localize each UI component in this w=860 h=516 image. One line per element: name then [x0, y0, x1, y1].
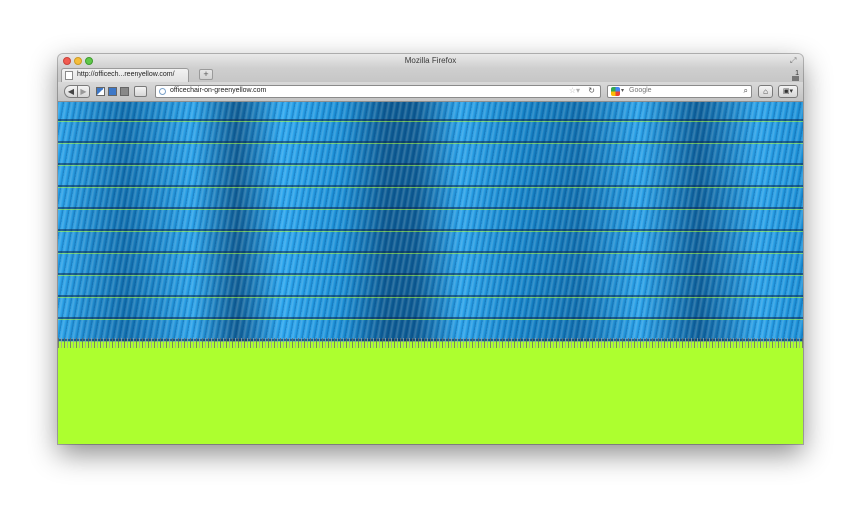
- search-bar[interactable]: ▾ Google ⌕: [607, 85, 752, 98]
- star-icon[interactable]: ☆▾: [569, 86, 580, 95]
- forward-arrow-icon: ▶: [80, 87, 87, 96]
- window-title: Mozilla Firefox: [404, 56, 457, 65]
- search-input[interactable]: Google: [629, 87, 652, 94]
- page-viewport[interactable]: [58, 102, 803, 444]
- sidebar-icon[interactable]: [108, 87, 117, 96]
- home-button[interactable]: ⌂: [758, 85, 773, 98]
- home-icon: ⌂: [763, 87, 768, 96]
- menu-icon: ▣▾: [782, 88, 794, 95]
- tab-active[interactable]: http://officech...reenyellow.com/: [61, 68, 189, 82]
- tab-bar: http://officech...reenyellow.com/ + 1: [58, 68, 803, 82]
- page-favicon-icon: [65, 71, 73, 80]
- downloads-icon[interactable]: [120, 87, 129, 96]
- url-bar[interactable]: officechair-on-greenyellow.com ☆▾ ↻: [155, 85, 601, 98]
- chair-legs-row: [58, 338, 803, 348]
- url-text[interactable]: officechair-on-greenyellow.com: [170, 87, 266, 94]
- magnifier-icon[interactable]: ⌕: [744, 86, 748, 96]
- back-button[interactable]: ◀: [64, 85, 78, 98]
- extension-button[interactable]: [134, 86, 147, 97]
- navigation-toolbar: ◀ ▶ officechair-on-greenyellow.com ☆▾ ↻ …: [58, 82, 803, 102]
- title-bar: Mozilla Firefox ⤢: [58, 54, 803, 68]
- search-engine-icon[interactable]: [611, 87, 620, 96]
- office-chair-pattern: [58, 102, 803, 342]
- tab-title: http://officech...reenyellow.com/: [77, 71, 175, 78]
- reload-icon[interactable]: ↻: [588, 86, 595, 95]
- bookmarks-toolbar-icon[interactable]: [96, 87, 105, 96]
- back-arrow-icon: ◀: [67, 87, 75, 96]
- chevron-down-icon[interactable]: ▾: [621, 87, 624, 94]
- menu-button[interactable]: ▣▾: [778, 85, 798, 98]
- browser-window: Mozilla Firefox ⤢ http://officech...reen…: [58, 54, 803, 444]
- forward-button[interactable]: ▶: [77, 85, 90, 98]
- fullscreen-icon[interactable]: ⤢: [790, 57, 798, 65]
- tab-groups-icon[interactable]: [792, 76, 799, 81]
- new-tab-button[interactable]: +: [199, 69, 213, 80]
- site-identity-icon[interactable]: [159, 88, 166, 95]
